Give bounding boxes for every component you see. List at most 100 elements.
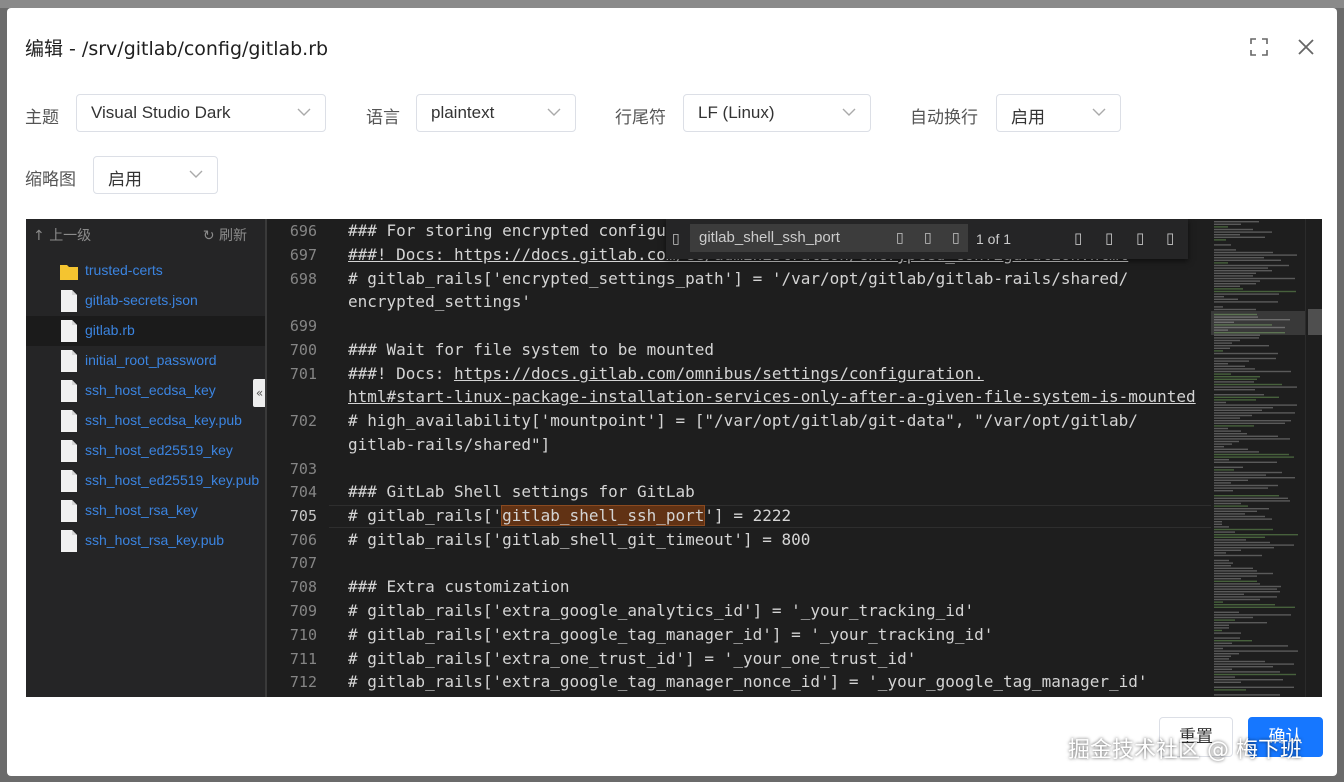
minimap-line	[1214, 647, 1223, 650]
collapse-tree-button[interactable]: «	[253, 379, 265, 407]
minimap-line	[1214, 604, 1275, 606]
tree-item[interactable]: ssh_host_ed25519_key	[26, 436, 265, 466]
minimap-line	[1214, 239, 1226, 241]
close-find-icon[interactable]: ▯	[1166, 229, 1174, 247]
tree-item[interactable]: trusted-certs	[26, 256, 265, 286]
minimap-line	[1214, 288, 1243, 290]
minimap-line	[1214, 234, 1240, 236]
minimap-line	[1214, 591, 1280, 593]
minimap-line	[1214, 345, 1269, 347]
minimap-line	[1214, 482, 1231, 484]
minimap-line	[1214, 606, 1295, 608]
minimap-line	[1214, 228, 1253, 231]
minimap-line	[1214, 505, 1248, 507]
tree-item[interactable]: gitlab-secrets.json	[26, 286, 265, 316]
code-link[interactable]: https://docs.gitlab.com/omnibus/settings…	[454, 364, 984, 383]
tree-item[interactable]: ssh_host_ecdsa_key.pub	[26, 406, 265, 436]
minimap-line	[1214, 293, 1279, 295]
minimap-line	[1214, 567, 1253, 569]
minimap-line	[1214, 565, 1231, 567]
tree-item[interactable]: ssh_host_rsa_key	[26, 496, 265, 526]
minimap-line	[1214, 632, 1241, 634]
code-line: # gitlab_rails['gitlab_shell_ssh_port'] …	[348, 505, 791, 526]
minimap-line	[1214, 365, 1245, 367]
minimap-line	[1214, 404, 1297, 406]
search-match: gitlab_shell_ssh_port	[501, 505, 706, 526]
close-icon[interactable]	[1295, 36, 1317, 58]
line-number: 698	[289, 270, 317, 288]
line-number: 705	[289, 507, 317, 525]
minimap-line	[1214, 270, 1272, 272]
minimap-line	[1214, 221, 1259, 223]
minimap-line	[1214, 624, 1229, 626]
scroll-thumb[interactable]	[1308, 309, 1322, 335]
minimap-line	[1214, 559, 1229, 562]
edit-dialog: 编辑 - /srv/gitlab/config/gitlab.rb 主题 Vis…	[7, 8, 1337, 776]
minimap-line	[1214, 443, 1232, 445]
parent-dir-button[interactable]: ↑ 上一级	[33, 225, 91, 245]
minimap-line	[1214, 601, 1223, 603]
minimap-line	[1214, 572, 1273, 575]
next-match-icon[interactable]: ▯	[1105, 229, 1113, 247]
minimap-line	[1214, 650, 1298, 652]
code-editor[interactable]: 696 697 698 699 700 701 702 703 704 705 706 707 708 7…	[269, 219, 1219, 697]
code-line: ### Wait for file system to be mounted	[348, 340, 715, 359]
code-link[interactable]: html#start-linux-package-installation-se…	[348, 387, 1196, 406]
minimap-line	[1214, 422, 1285, 424]
theme-select[interactable]: Visual Studio Dark	[76, 94, 326, 132]
language-value: plaintext	[431, 103, 495, 122]
minimap-line	[1214, 262, 1228, 264]
minimap-line	[1214, 401, 1226, 404]
whole-word-icon[interactable]: ▯	[924, 230, 932, 246]
minimap-line	[1214, 681, 1241, 683]
file-icon	[61, 500, 77, 522]
minimap-line	[1214, 474, 1266, 476]
fullscreen-icon[interactable]	[1248, 36, 1270, 58]
minimap-line	[1214, 383, 1282, 386]
minimap-line	[1214, 412, 1295, 414]
minimap-line	[1214, 502, 1241, 505]
minimap-line	[1214, 280, 1260, 282]
minimap-line	[1214, 347, 1230, 349]
minimap-line	[1214, 373, 1231, 375]
minimap-line	[1214, 575, 1257, 577]
wrap-select[interactable]: 启用	[996, 94, 1121, 132]
toggle-replace-icon[interactable]: ▯	[672, 231, 680, 247]
language-select[interactable]: plaintext	[416, 94, 576, 132]
vertical-scrollbar[interactable]	[1305, 219, 1322, 697]
find-query: gitlab_shell_ssh_port	[699, 229, 840, 246]
minimap-line	[1214, 378, 1257, 380]
regex-icon[interactable]: ▯	[952, 230, 960, 246]
minimap-line	[1214, 244, 1231, 246]
minimap-line	[1214, 549, 1241, 551]
minimap-line	[1214, 588, 1277, 590]
previous-match-icon[interactable]: ▯	[1074, 229, 1082, 247]
tree-item[interactable]: ssh_host_ecdsa_key	[26, 376, 265, 406]
tree-item[interactable]: ssh_host_rsa_key.pub	[26, 526, 265, 556]
minimap-line	[1214, 484, 1278, 487]
match-case-icon[interactable]: ▯	[896, 230, 904, 246]
minimap-line	[1214, 272, 1256, 274]
tree-item[interactable]: initial_root_password	[26, 346, 265, 376]
file-icon	[61, 470, 77, 492]
tree-item[interactable]: ssh_host_ed25519_key.pub	[26, 466, 265, 496]
tree-item[interactable]: gitlab.rb	[26, 316, 265, 346]
minimap-line	[1214, 407, 1273, 409]
minimap-line	[1214, 363, 1228, 365]
minimap-select[interactable]: 启用	[93, 156, 218, 194]
parent-dir-label: 上一级	[49, 228, 92, 244]
minimap-line	[1214, 585, 1281, 588]
code-line: # gitlab_rails['encrypted_settings_path'…	[348, 269, 1129, 288]
line-number: 697	[289, 246, 317, 264]
dialog-title: 编辑 - /srv/gitlab/config/gitlab.rb	[25, 38, 329, 60]
find-match-count: 1 of 1	[976, 231, 1012, 247]
refresh-button[interactable]: ↻ 刷新	[203, 225, 247, 245]
find-in-selection-icon[interactable]: ▯	[1136, 229, 1144, 247]
minimap-viewport[interactable]	[1211, 311, 1305, 335]
minimap-line	[1214, 534, 1298, 536]
minimap-line	[1214, 254, 1297, 256]
eol-select[interactable]: LF (Linux)	[683, 94, 871, 132]
minimap[interactable]	[1211, 219, 1305, 697]
line-number: 710	[289, 626, 317, 644]
code-text: ###! Docs:	[348, 364, 454, 383]
